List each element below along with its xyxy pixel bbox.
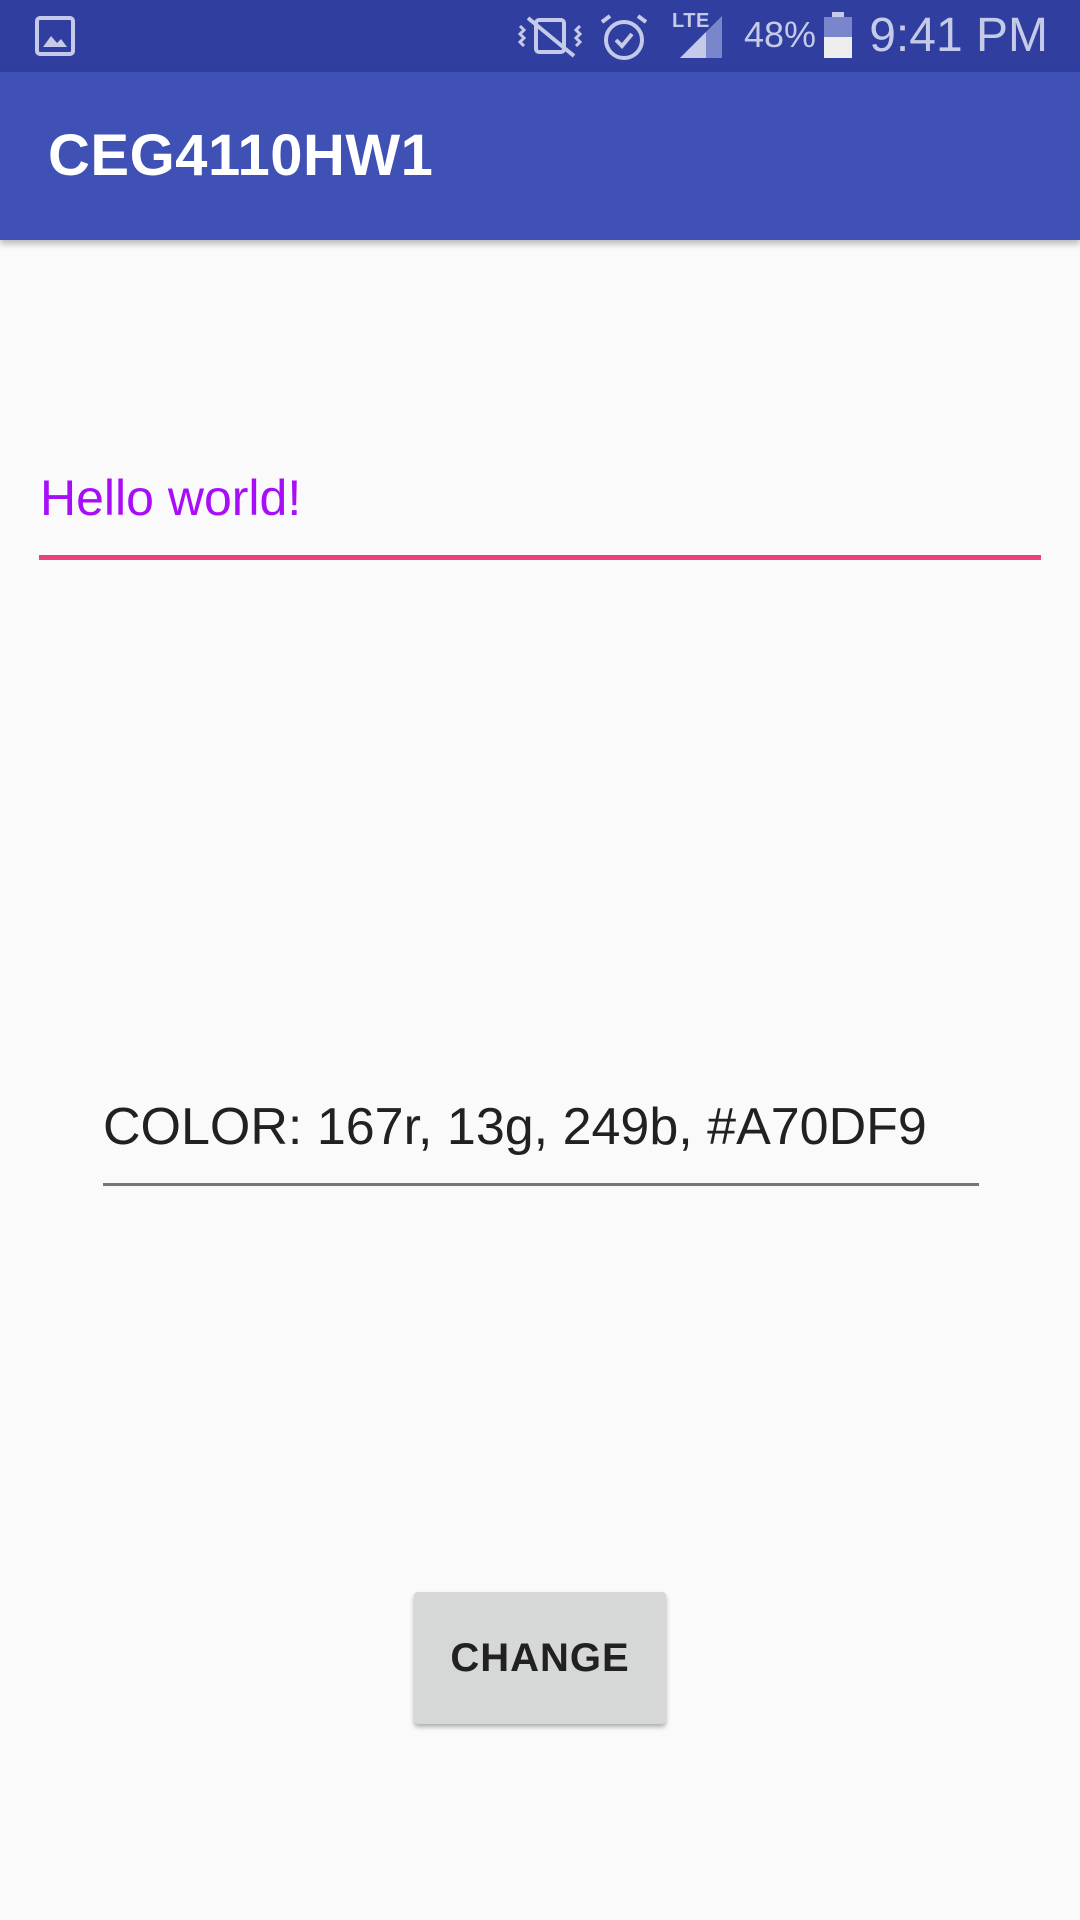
alarm-icon	[600, 14, 648, 60]
color-readout[interactable]: COLOR: 167r, 13g, 249b, #A70DF9	[103, 1097, 927, 1157]
status-bar: LTE 48% 9:41 PM	[0, 0, 1080, 72]
battery-icon	[824, 12, 852, 58]
hello-text[interactable]: Hello world!	[40, 469, 301, 527]
status-clock: 9:41 PM	[869, 9, 1048, 62]
battery-percent: 48%	[744, 14, 817, 55]
color-field-underline	[103, 1183, 979, 1186]
signal-icon	[680, 16, 722, 58]
gallery-icon	[35, 16, 75, 56]
mute-vibrate-icon	[517, 16, 583, 58]
change-button-label: CHANGE	[450, 1635, 630, 1680]
app-bar: CEG4110HW1	[0, 72, 1080, 240]
hello-text-field[interactable]: Hello world!	[39, 455, 1041, 563]
app-title: CEG4110HW1	[48, 123, 434, 188]
change-button[interactable]: CHANGE	[414, 1592, 666, 1724]
app-screen: LTE 48% 9:41 PM CEG4110HW1 Hello world! …	[0, 0, 1080, 1920]
color-readout-field[interactable]: COLOR: 167r, 13g, 249b, #A70DF9	[103, 1082, 979, 1188]
hello-field-underline	[39, 555, 1041, 560]
